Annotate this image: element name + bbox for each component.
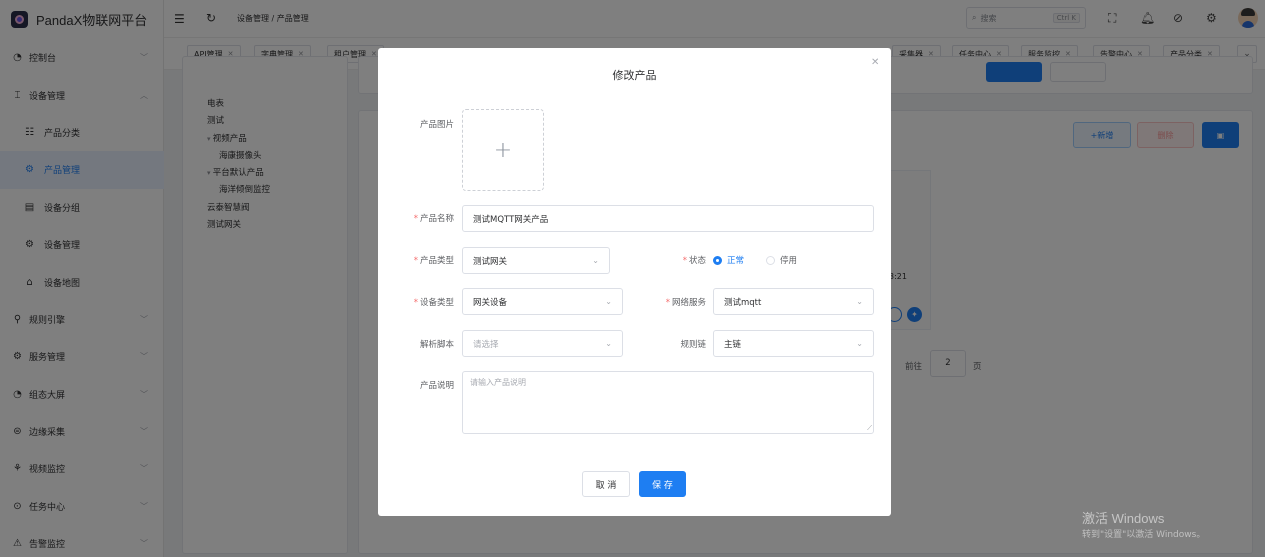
device-type-label-text: 设备类型 [419,298,454,308]
dialog-title: 修改产品 [612,69,657,82]
script-label: 解析脚本 [398,338,454,350]
desc-label: 产品说明 [398,379,454,391]
image-label-text: 产品图片 [419,120,454,130]
product-type-select[interactable]: 测试网关 ⌄ [462,247,610,274]
network-service-value: 测试mqtt [724,297,762,308]
product-type-value: 测试网关 [473,256,508,267]
chevron-down-icon: ⌄ [856,297,863,306]
image-label: 产品图片 [406,118,454,130]
parse-script-placeholder: 请选择 [473,339,499,350]
parse-script-select[interactable]: 请选择 ⌄ [462,330,623,357]
close-icon[interactable]: ✕ [871,57,879,68]
chevron-down-icon: ⌄ [605,297,612,306]
required-mark: * [413,298,418,308]
app-root: PandaX物联网平台 ◔控制台﹀⌶设备管理︿☷产品分类⚙产品管理▤设备分组⚙设… [0,0,1265,557]
script-label-text: 解析脚本 [419,340,454,350]
required-mark: * [413,256,418,266]
radio-label: 正常 [727,256,745,266]
cancel-button[interactable]: 取 消 [582,471,630,497]
radio-label: 停用 [780,256,798,266]
product-name-value: 测试MQTT网关产品 [473,214,549,225]
name-label-text: 产品名称 [419,214,454,224]
network-service-select[interactable]: 测试mqtt ⌄ [713,288,874,315]
required-mark: * [665,298,670,308]
status-label-text: 状态 [688,256,706,266]
resize-handle-icon[interactable]: ⟋ [867,424,872,433]
rule-label: 规则链 [648,338,706,350]
name-label: * 产品名称 [398,212,454,224]
plus-icon: + [493,137,513,163]
image-upload[interactable]: + [462,109,544,191]
type-label: * 产品类型 [398,254,454,266]
radio-checked-icon [713,255,722,265]
save-button[interactable]: 保 存 [639,471,686,497]
type-label-text: 产品类型 [419,256,454,266]
device-type-value: 网关设备 [473,297,508,308]
required-mark: * [413,214,418,224]
device-type-select[interactable]: 网关设备 ⌄ [462,288,623,315]
device-type-label: * 设备类型 [398,296,454,308]
rule-label-text: 规则链 [680,340,706,350]
chevron-down-icon: ⌄ [605,339,612,348]
windows-watermark-title: 激活 Windows [1082,511,1165,526]
status-radio-disabled[interactable]: 停用 [766,254,797,266]
product-description-textarea[interactable]: 请输入产品说明 ⟋ [462,371,874,434]
status-label: * 状态 [668,254,706,266]
rule-chain-value: 主链 [724,339,742,350]
edit-product-dialog: 修改产品 ✕ 产品图片 + * 产品名称 测试MQTT网关产品 * 产品类型 测试网… [378,48,891,516]
status-radio-normal[interactable]: 正常 [713,254,744,266]
desc-label-text: 产品说明 [419,381,454,391]
network-label: * 网络服务 [648,296,706,308]
windows-watermark-subtitle: 转到"设置"以激活 Windows。 [1082,530,1206,540]
chevron-down-icon: ⌄ [592,256,599,265]
rule-chain-select[interactable]: 主链 ⌄ [713,330,874,357]
description-placeholder: 请输入产品说明 [470,378,526,387]
network-label-text: 网络服务 [671,298,706,308]
required-mark: * [682,256,687,266]
chevron-down-icon: ⌄ [856,339,863,348]
radio-unchecked-icon [766,255,775,265]
product-name-input[interactable]: 测试MQTT网关产品 [462,205,874,232]
